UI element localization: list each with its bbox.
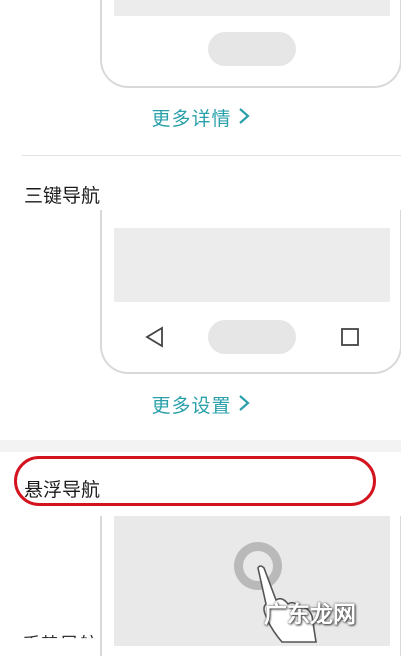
phone-screen-three-key [114,228,390,302]
chevron-right-icon [238,394,250,417]
square-recent-icon [340,327,360,351]
red-highlight-oval [14,456,376,506]
home-pill-icon [208,320,296,354]
home-pill-icon [208,32,296,66]
more-settings-link[interactable]: 更多设置 [0,391,401,418]
phone-preview-three-key [100,210,401,374]
triangle-back-icon [144,326,166,352]
phone-preview-top [100,0,401,88]
chevron-right-icon [238,107,250,130]
more-details-link[interactable]: 更多详情 [0,104,401,131]
more-details-label: 更多详情 [151,108,232,130]
phone-preview-floating [100,516,401,656]
gesture-nav-title[interactable]: 手势导航 [22,630,98,638]
watermark-text: 广东龙网 [264,602,356,628]
divider [22,155,401,156]
section-separator [0,440,401,452]
three-key-nav-title[interactable]: 三键导航 [24,181,100,208]
more-settings-label: 更多设置 [151,395,232,417]
phone-screen-top [114,0,390,16]
